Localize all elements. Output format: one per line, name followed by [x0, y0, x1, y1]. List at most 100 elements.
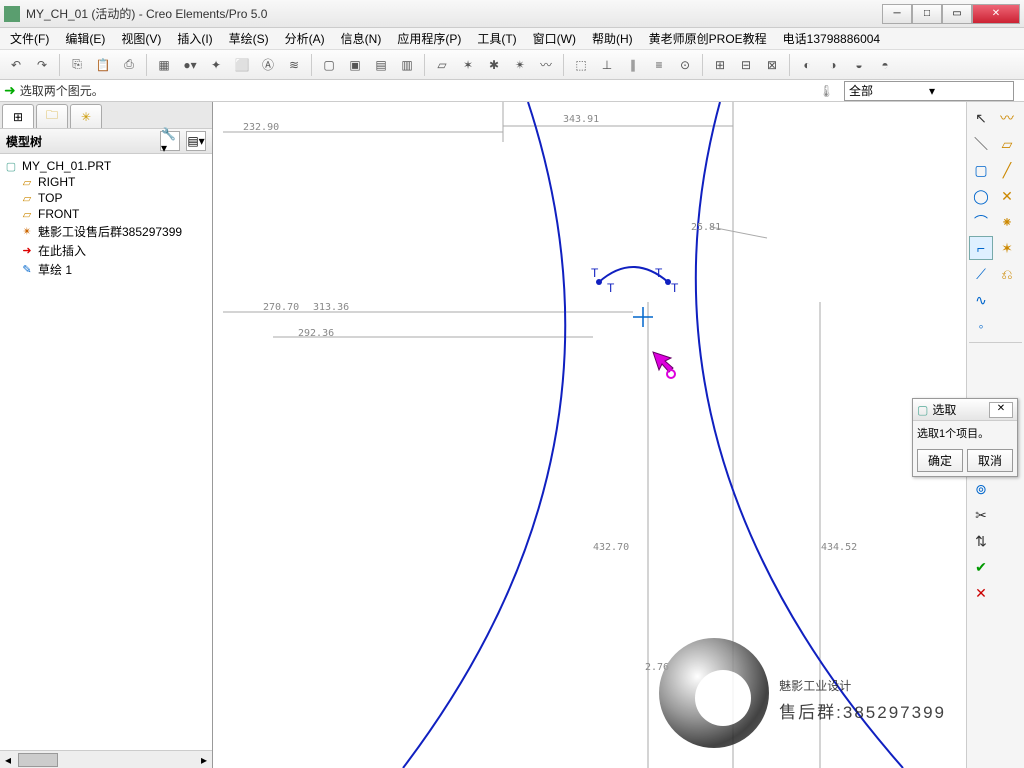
- dim-4[interactable]: 270.70: [263, 302, 299, 313]
- line-tool[interactable]: ＼: [969, 132, 993, 156]
- menu-phone[interactable]: 电话13798886004: [777, 28, 886, 49]
- datum-plane-icon[interactable]: ▱: [430, 53, 454, 77]
- cancel-sketch-button[interactable]: ✕: [969, 581, 993, 605]
- wireframe-button[interactable]: ▢: [317, 53, 341, 77]
- thermometer-icon: 🌡: [819, 84, 834, 98]
- dim-9[interactable]: 2.76: [645, 662, 669, 673]
- mirror-tool[interactable]: ⇅: [969, 529, 993, 553]
- circle-tool[interactable]: ◯: [969, 184, 993, 208]
- select-cancel-button[interactable]: 取消: [967, 449, 1013, 472]
- restore-button[interactable]: □: [912, 4, 942, 24]
- close-button[interactable]: ✕: [972, 4, 1020, 24]
- construction-circle-tool[interactable]: ✕: [995, 184, 1019, 208]
- tree-settings-button[interactable]: 🔧▾: [160, 131, 180, 151]
- datum-curve-icon[interactable]: 〰: [534, 53, 558, 77]
- dim-7[interactable]: 432.70: [593, 542, 629, 553]
- tree-item-right[interactable]: ▱ RIGHT: [0, 174, 212, 190]
- copy-button[interactable]: ⎘: [65, 53, 89, 77]
- dim-5[interactable]: 313.36: [313, 302, 349, 313]
- tree-root[interactable]: ▢ MY_CH_01.PRT: [0, 158, 212, 174]
- menu-info[interactable]: 信息(N): [335, 28, 388, 49]
- maximize-button[interactable]: ▭: [942, 4, 972, 24]
- trim-tool[interactable]: ✂: [969, 503, 993, 527]
- dim-6[interactable]: 292.36: [298, 328, 334, 339]
- tree-item-front[interactable]: ▱ FRONT: [0, 206, 212, 222]
- paste-button[interactable]: 📋: [91, 53, 115, 77]
- appearance-button[interactable]: ●▾: [178, 53, 202, 77]
- named-view-button[interactable]: ⬜: [230, 53, 254, 77]
- paste-special-button[interactable]: ⎙: [117, 53, 141, 77]
- menu-window[interactable]: 窗口(W): [527, 28, 582, 49]
- dim-2[interactable]: 343.91: [563, 114, 599, 125]
- menu-view[interactable]: 视图(V): [115, 28, 167, 49]
- misc-1-icon[interactable]: ◐: [795, 53, 819, 77]
- select-tool[interactable]: ↖: [969, 106, 993, 130]
- done-button[interactable]: ✔: [969, 555, 993, 579]
- select-ok-button[interactable]: 确定: [917, 449, 963, 472]
- model-tree[interactable]: ▢ MY_CH_01.PRT ▱ RIGHT ▱ TOP ▱ FRONT ✴ 魅…: [0, 154, 212, 750]
- spin-center-button[interactable]: ✦: [204, 53, 228, 77]
- menu-edit[interactable]: 编辑(E): [59, 28, 111, 49]
- datum-point-icon[interactable]: ✱: [482, 53, 506, 77]
- grid-3-icon[interactable]: ⊠: [760, 53, 784, 77]
- tab-folder[interactable]: 🗀: [36, 104, 68, 128]
- fillet-tool[interactable]: ⌐: [969, 236, 993, 260]
- sidebar-hscrollbar[interactable]: ◂ ▸: [0, 750, 212, 768]
- tab-model-tree[interactable]: ⊞: [2, 104, 34, 128]
- menu-tools[interactable]: 工具(T): [471, 28, 522, 49]
- coord-sys-tool[interactable]: ✶: [995, 236, 1019, 260]
- redo-button[interactable]: ↷: [30, 53, 54, 77]
- offset-tool[interactable]: ⎌: [995, 262, 1019, 286]
- nohidden-button[interactable]: ▤: [369, 53, 393, 77]
- misc-3-icon[interactable]: ◒: [847, 53, 871, 77]
- constraint-4-icon[interactable]: ⊙: [673, 53, 697, 77]
- hidden-button[interactable]: ▣: [343, 53, 367, 77]
- graphics-canvas[interactable]: TT TT 232.90 343.91 25.81 270.70 313.36 …: [213, 102, 966, 768]
- tree-show-button[interactable]: ▤▾: [186, 131, 206, 151]
- annotation-button[interactable]: Ⓐ: [256, 53, 280, 77]
- menu-app[interactable]: 应用程序(P): [391, 28, 467, 49]
- menu-sketch[interactable]: 草绘(S): [223, 28, 275, 49]
- undo-button[interactable]: ↶: [4, 53, 28, 77]
- dim-1[interactable]: 232.90: [243, 122, 279, 133]
- sketch-view-button[interactable]: ⬚: [569, 53, 593, 77]
- dim-3[interactable]: 25.81: [691, 222, 721, 233]
- menu-help[interactable]: 帮助(H): [586, 28, 639, 49]
- minimize-button[interactable]: ─: [882, 4, 912, 24]
- constraint-2-icon[interactable]: ∥: [621, 53, 645, 77]
- text-tool[interactable]: ◦: [969, 314, 993, 338]
- menu-file[interactable]: 文件(F): [4, 28, 55, 49]
- select-panel-close[interactable]: ✕: [989, 402, 1013, 418]
- grid-1-icon[interactable]: ⊞: [708, 53, 732, 77]
- centerline-tool[interactable]: ╱: [995, 158, 1019, 182]
- shading-button[interactable]: ▥: [395, 53, 419, 77]
- rect-tool[interactable]: ▱: [995, 132, 1019, 156]
- grid-2-icon[interactable]: ⊟: [734, 53, 758, 77]
- rectangle-tool[interactable]: ▢: [969, 158, 993, 182]
- tree-item-csys[interactable]: ✴ 魅影工设售后群385297399: [0, 222, 212, 241]
- menu-analysis[interactable]: 分析(A): [279, 28, 331, 49]
- tree-item-insert-here[interactable]: ➜ 在此插入: [0, 241, 212, 260]
- tree-item-sketch1[interactable]: ✎ 草绘 1: [0, 260, 212, 279]
- point-tool[interactable]: ⁕: [995, 210, 1019, 234]
- layer-button[interactable]: ≋: [282, 53, 306, 77]
- misc-2-icon[interactable]: ◑: [821, 53, 845, 77]
- menu-teacher[interactable]: 黄老师原创PROE教程: [643, 28, 773, 49]
- arc-tool[interactable]: ⌒: [969, 210, 993, 234]
- misc-4-icon[interactable]: ◓: [873, 53, 897, 77]
- menu-insert[interactable]: 插入(I): [171, 28, 218, 49]
- constraint-1-icon[interactable]: ⊥: [595, 53, 619, 77]
- spline-tool[interactable]: 〰: [995, 106, 1019, 130]
- constraint-3-icon[interactable]: ≡: [647, 53, 671, 77]
- selection-filter-dropdown[interactable]: 全部 ▾: [844, 81, 1014, 101]
- dim-8[interactable]: 434.52: [821, 542, 857, 553]
- tab-favorites[interactable]: ✳: [70, 104, 102, 128]
- datum-axis-icon[interactable]: ✶: [456, 53, 480, 77]
- chamfer-tool[interactable]: ⟋: [969, 262, 993, 286]
- regen-button[interactable]: ▦: [152, 53, 176, 77]
- datum-csys-icon[interactable]: ✴: [508, 53, 532, 77]
- title-bar: MY_CH_01 (活动的) - Creo Elements/Pro 5.0 ─…: [0, 0, 1024, 28]
- tree-item-top[interactable]: ▱ TOP: [0, 190, 212, 206]
- spline2-tool[interactable]: ∿: [969, 288, 993, 312]
- constraint-tool[interactable]: ⊚: [969, 477, 993, 501]
